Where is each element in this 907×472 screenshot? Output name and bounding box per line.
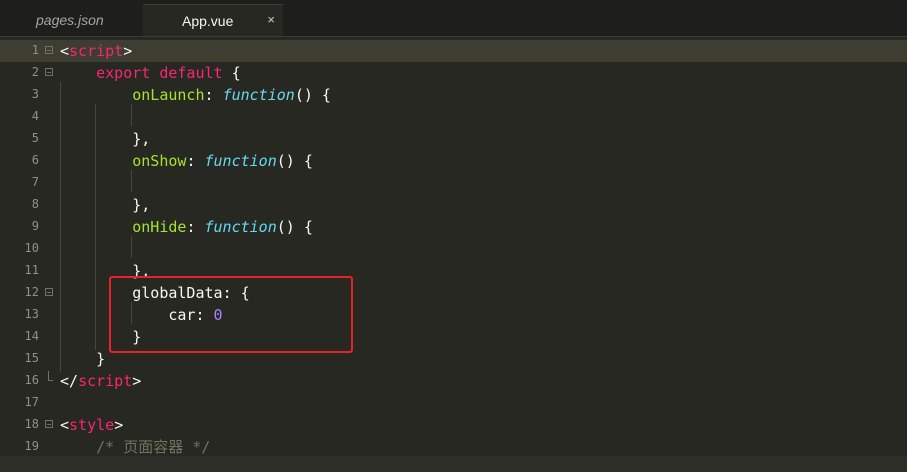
line-number: 3 bbox=[31, 87, 39, 101]
line-number: 14 bbox=[24, 329, 39, 343]
code-line[interactable]: 9 onHide: function() { bbox=[0, 216, 907, 238]
fold-toggle-icon[interactable] bbox=[45, 288, 53, 296]
line-number: 16 bbox=[24, 373, 39, 387]
fold-end-icon bbox=[48, 371, 53, 381]
tab-pages-json[interactable]: pages.json bbox=[0, 4, 142, 36]
code-line[interactable]: 4 bbox=[0, 106, 907, 128]
annotation-highlight-box bbox=[109, 276, 353, 353]
code-text: onShow: function() { bbox=[132, 152, 313, 170]
line-number: 6 bbox=[31, 153, 39, 167]
line-number: 2 bbox=[31, 65, 39, 79]
code-line[interactable]: 6 onShow: function() { bbox=[0, 150, 907, 172]
code-line[interactable]: 17 bbox=[0, 392, 907, 414]
fold-toggle-icon[interactable] bbox=[45, 420, 53, 428]
line-number: 19 bbox=[24, 439, 39, 453]
tab-label: pages.json bbox=[36, 12, 104, 28]
line-number: 7 bbox=[31, 175, 39, 189]
code-text: }, bbox=[132, 130, 151, 148]
code-line[interactable]: 16 </script> bbox=[0, 370, 907, 392]
line-number: 9 bbox=[31, 219, 39, 233]
close-icon[interactable]: × bbox=[267, 12, 275, 27]
code-line[interactable]: 3 onLaunch: function() { bbox=[0, 84, 907, 106]
code-text: <style> bbox=[60, 416, 124, 434]
tab-label: App.vue bbox=[182, 12, 234, 29]
line-number: 1 bbox=[31, 43, 39, 57]
code-line[interactable]: 1 <script> bbox=[0, 40, 907, 62]
line-number: 4 bbox=[31, 109, 39, 123]
code-line[interactable]: 18 <style> bbox=[0, 414, 907, 436]
code-text: }, bbox=[132, 196, 151, 214]
line-number: 15 bbox=[24, 351, 39, 365]
tab-bar: pages.json App.vue × bbox=[0, 0, 907, 37]
code-line[interactable]: 10 bbox=[0, 238, 907, 260]
line-number: 11 bbox=[24, 263, 39, 277]
line-number: 10 bbox=[24, 241, 39, 255]
line-number: 18 bbox=[24, 417, 39, 431]
code-text: onHide: function() { bbox=[132, 218, 313, 236]
fold-toggle-icon[interactable] bbox=[45, 68, 53, 76]
code-text: export default { bbox=[96, 64, 241, 82]
code-line[interactable]: 19 /* 页面容器 */ bbox=[0, 436, 907, 458]
code-line[interactable]: 8 }, bbox=[0, 194, 907, 216]
line-number: 5 bbox=[31, 131, 39, 145]
code-editor[interactable]: 1 <script> 2 export default { 3 onLaunch… bbox=[0, 38, 907, 472]
tab-app-vue[interactable]: App.vue × bbox=[143, 4, 283, 36]
line-number: 17 bbox=[24, 395, 39, 409]
code-line[interactable]: 7 bbox=[0, 172, 907, 194]
code-comment: /* 页面容器 */ bbox=[96, 438, 211, 456]
line-number: 12 bbox=[24, 285, 39, 299]
code-line[interactable]: 2 export default { bbox=[0, 62, 907, 84]
code-text: </script> bbox=[60, 372, 142, 390]
line-number: 8 bbox=[31, 197, 39, 211]
line-number: 13 bbox=[24, 307, 39, 321]
horizontal-scrollbar[interactable] bbox=[0, 456, 907, 472]
code-line[interactable]: 5 }, bbox=[0, 128, 907, 150]
code-text: <script> bbox=[60, 42, 133, 60]
code-text: } bbox=[96, 350, 106, 368]
fold-toggle-icon[interactable] bbox=[45, 46, 53, 54]
code-text: onLaunch: function() { bbox=[132, 86, 331, 104]
